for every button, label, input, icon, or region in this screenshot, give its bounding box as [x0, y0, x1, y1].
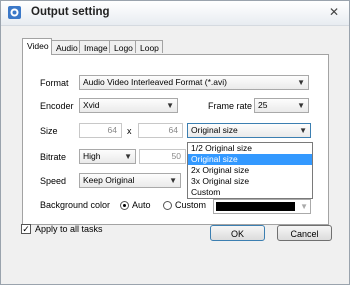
tab-video[interactable]: Video [22, 38, 52, 55]
size-preset-select[interactable]: Original size ▼ [187, 123, 311, 138]
speed-value: Keep Original [83, 175, 135, 185]
size-option-half[interactable]: 1/2 Original size [188, 143, 312, 154]
chevron-down-icon: ▼ [297, 78, 305, 87]
height-input[interactable]: 64 [138, 123, 183, 138]
apply-all-checkbox[interactable]: ✓ [21, 224, 31, 234]
size-separator: x [127, 126, 132, 136]
format-label: Format [40, 78, 69, 88]
size-option-custom[interactable]: Custom [188, 187, 312, 198]
chevron-down-icon: ▼ [166, 101, 174, 110]
size-option-original[interactable]: Original size [188, 154, 312, 165]
custom-radio[interactable] [163, 201, 172, 210]
format-select[interactable]: Audio Video Interleaved Format (*.avi) ▼ [79, 75, 309, 90]
tab-audio[interactable]: Audio [51, 40, 80, 53]
bitrate-label: Bitrate [40, 152, 67, 162]
tab-loop[interactable]: Loop [135, 40, 163, 53]
color-swatch [216, 202, 295, 211]
settings-app-icon [8, 6, 21, 19]
title-bar: Output setting ✕ [1, 1, 349, 26]
frame-rate-value: 25 [258, 100, 268, 110]
chevron-down-icon: ▼ [124, 152, 132, 161]
encoder-label: Encoder [40, 101, 74, 111]
background-color-picker[interactable]: ▼ [213, 199, 311, 214]
custom-radio-label: Custom [175, 200, 207, 210]
chevron-down-icon: ▼ [300, 202, 308, 211]
ok-button[interactable]: OK [210, 225, 265, 241]
chevron-down-icon: ▼ [297, 101, 305, 110]
auto-radio-label: Auto [132, 200, 151, 210]
output-setting-dialog: Output setting ✕ Video Audio Image Logo … [0, 0, 350, 285]
bitrate-number-input[interactable]: 50 [139, 149, 186, 164]
speed-label: Speed [40, 176, 67, 186]
size-option-3x[interactable]: 3x Original size [188, 176, 312, 187]
size-preset-dropdown: 1/2 Original size Original size 2x Origi… [187, 142, 313, 199]
bitrate-select[interactable]: High ▼ [79, 149, 136, 164]
chevron-down-icon: ▼ [169, 176, 177, 185]
encoder-value: Xvid [83, 100, 100, 110]
cancel-button[interactable]: Cancel [277, 225, 332, 241]
apply-all-label: Apply to all tasks [35, 224, 103, 234]
frame-rate-label: Frame rate [208, 101, 253, 111]
chevron-down-icon: ▼ [299, 126, 307, 135]
tab-image[interactable]: Image [79, 40, 110, 53]
size-label: Size [40, 126, 58, 136]
frame-rate-select[interactable]: 25 ▼ [254, 98, 309, 113]
close-icon[interactable]: ✕ [329, 5, 339, 19]
size-preset-value: Original size [191, 125, 238, 135]
auto-radio[interactable] [120, 201, 129, 210]
dialog-title: Output setting [31, 6, 110, 18]
format-value: Audio Video Interleaved Format (*.avi) [83, 77, 227, 87]
bitrate-value: High [83, 151, 101, 161]
size-option-2x[interactable]: 2x Original size [188, 165, 312, 176]
encoder-select[interactable]: Xvid ▼ [79, 98, 178, 113]
tab-logo[interactable]: Logo [109, 40, 136, 53]
speed-select[interactable]: Keep Original ▼ [79, 173, 181, 188]
background-color-label: Background color [40, 200, 111, 210]
width-input[interactable]: 64 [79, 123, 122, 138]
